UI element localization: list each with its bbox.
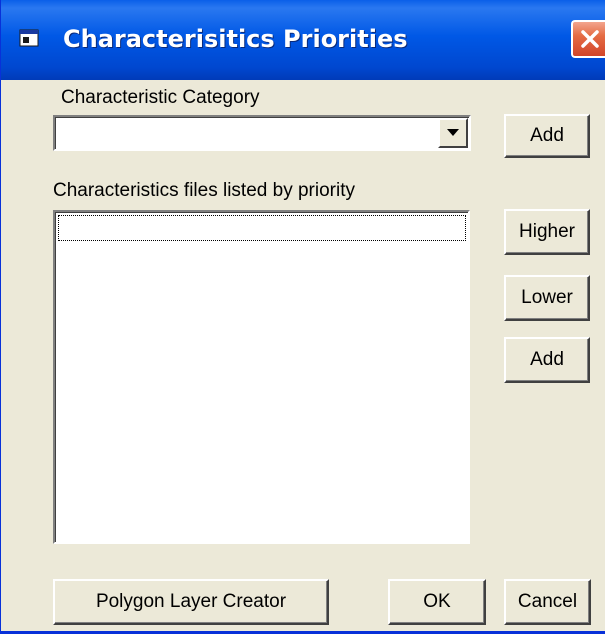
priority-list-label: Characteristics files listed by priority — [53, 180, 355, 201]
category-combobox[interactable] — [53, 115, 471, 151]
category-dropdown-button[interactable] — [438, 118, 468, 148]
side-add-button[interactable]: Add — [504, 337, 590, 383]
higher-button[interactable]: Higher — [504, 209, 590, 255]
close-button[interactable] — [571, 20, 605, 58]
polygon-layer-creator-button[interactable]: Polygon Layer Creator — [53, 579, 329, 625]
window-title: Characterisitics Priorities — [63, 25, 408, 53]
cancel-button[interactable]: Cancel — [504, 579, 591, 625]
dialog-window: Characterisitics Priorities Characterist… — [0, 0, 605, 634]
category-add-button[interactable]: Add — [504, 114, 590, 158]
window-app-icon — [19, 29, 39, 47]
lower-button[interactable]: Lower — [504, 275, 590, 321]
title-bar[interactable]: Characterisitics Priorities — [1, 0, 605, 80]
list-focus-item[interactable] — [58, 215, 466, 241]
ok-button[interactable]: OK — [388, 579, 486, 625]
priority-listbox[interactable] — [53, 210, 470, 544]
category-label: Characteristic Category — [61, 87, 260, 108]
